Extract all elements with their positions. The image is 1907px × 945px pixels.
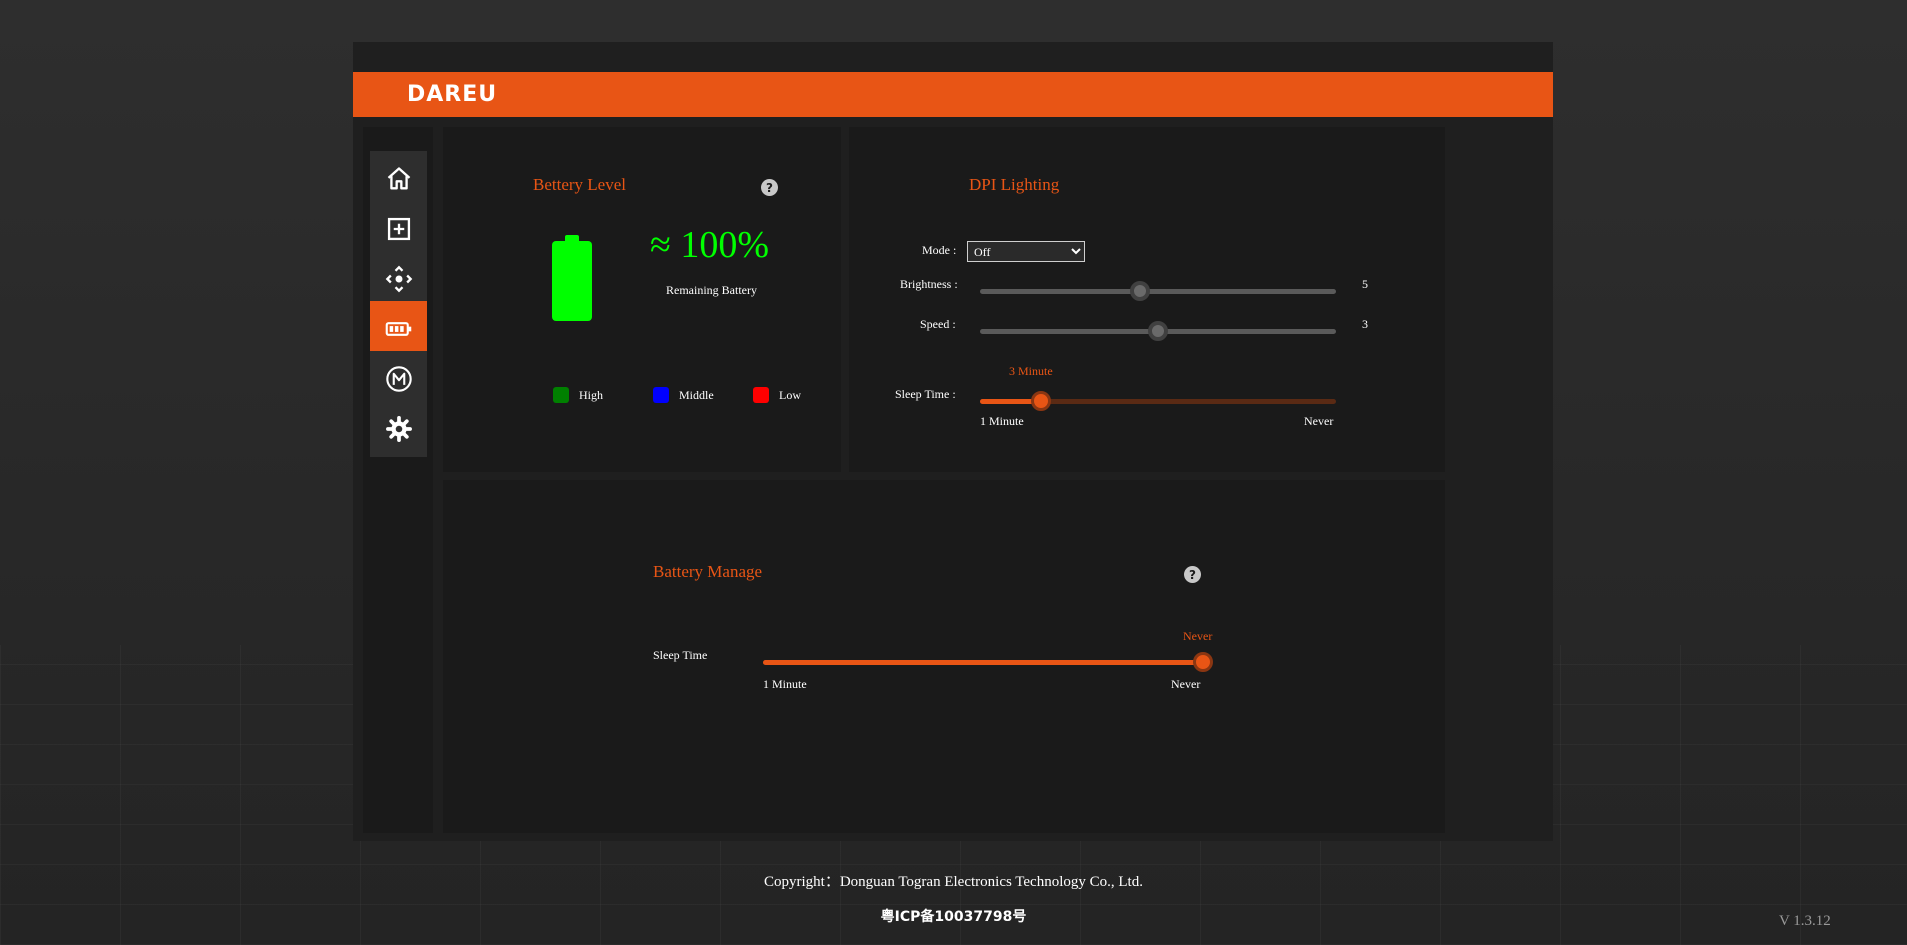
- plus-square-icon: [387, 217, 410, 241]
- battery-icon: [385, 322, 411, 336]
- manage-sleep-time-fill: [763, 660, 1203, 665]
- copyright-text: Copyright：Donguan Togran Electronics Tec…: [764, 874, 1143, 890]
- version-label: V 1.3.12: [1779, 913, 1831, 929]
- manage-sleep-time-label: Sleep Time: [653, 648, 708, 662]
- battery-manage-panel: Battery Manage ? Never Sleep Time 1 Minu…: [443, 480, 1445, 833]
- manage-sleep-time-slider[interactable]: [763, 652, 1213, 672]
- battery-level-help-icon[interactable]: ?: [761, 179, 778, 196]
- legend-middle-label: Middle: [679, 388, 714, 402]
- sidebar-item-battery[interactable]: [370, 301, 427, 357]
- manage-sleep-min-label: 1 Minute: [763, 677, 807, 691]
- brightness-slider[interactable]: [980, 281, 1336, 301]
- manage-sleep-time-value: Never: [1183, 629, 1213, 643]
- dpi-sleep-min-label: 1 Minute: [980, 414, 1024, 428]
- brightness-slider-handle[interactable]: [1130, 281, 1151, 301]
- dpi-sleep-max-label: Never: [1304, 414, 1334, 428]
- mode-select[interactable]: Off: [967, 241, 1085, 262]
- legend-high-label: High: [579, 388, 603, 402]
- home-icon: [387, 167, 410, 190]
- manage-sleep-max-label: Never: [1171, 677, 1201, 691]
- dpi-lighting-panel: DPI Lighting Mode : Off Brightness : 5 S…: [849, 127, 1445, 472]
- battery-manage-help-icon[interactable]: ?: [1184, 566, 1201, 583]
- battery-manage-title: Battery Manage: [653, 562, 763, 581]
- legend-middle-swatch: [653, 387, 669, 403]
- brightness-value: 5: [1362, 277, 1368, 291]
- battery-level-panel: Bettery Level ? ≈ 100% Remaining Battery…: [443, 127, 841, 472]
- battery-gauge: [552, 235, 592, 325]
- dareu-logo: DAREU: [407, 82, 498, 107]
- manage-sleep-time-handle[interactable]: [1193, 652, 1213, 672]
- remaining-battery-caption: Remaining Battery: [666, 283, 757, 297]
- gear-icon: [385, 416, 412, 442]
- dpi-sleep-time-label: Sleep Time :: [895, 387, 956, 401]
- legend-low-label: Low: [779, 388, 801, 402]
- app-window: DAREU Bettery Level ? ≈ 100% Remaining B…: [353, 42, 1553, 841]
- battery-fill: [552, 241, 592, 321]
- top-bar: DAREU: [353, 72, 1553, 117]
- speed-label: Speed :: [920, 317, 956, 331]
- legend-high-swatch: [553, 387, 569, 403]
- battery-percent: ≈ 100%: [650, 224, 770, 266]
- mode-label: Mode :: [922, 243, 957, 257]
- sidebar: [363, 127, 433, 833]
- speed-slider-handle[interactable]: [1148, 321, 1168, 341]
- battery-level-title: Bettery Level: [533, 175, 626, 194]
- dpi-sleep-time-slider[interactable]: [980, 391, 1336, 411]
- sidebar-item-add[interactable]: [370, 201, 427, 257]
- speed-value: 3: [1362, 317, 1368, 331]
- icp-license-text: 粤ICP备10037798号: [880, 909, 1027, 925]
- dpi-lighting-title: DPI Lighting: [969, 175, 1060, 194]
- sidebar-item-move[interactable]: [370, 251, 427, 307]
- sidebar-item-settings[interactable]: [370, 401, 427, 457]
- sidebar-item-home[interactable]: [370, 151, 427, 207]
- dpi-sleep-time-value: 3 Minute: [1009, 364, 1053, 378]
- dpi-sleep-time-handle[interactable]: [1030, 391, 1051, 411]
- circle-m-icon: [385, 366, 412, 392]
- legend-low-swatch: [753, 387, 769, 403]
- brightness-label: Brightness :: [900, 277, 958, 291]
- sidebar-item-macro[interactable]: [370, 351, 427, 407]
- speed-slider[interactable]: [980, 321, 1336, 341]
- move-arrows-icon: [385, 265, 412, 293]
